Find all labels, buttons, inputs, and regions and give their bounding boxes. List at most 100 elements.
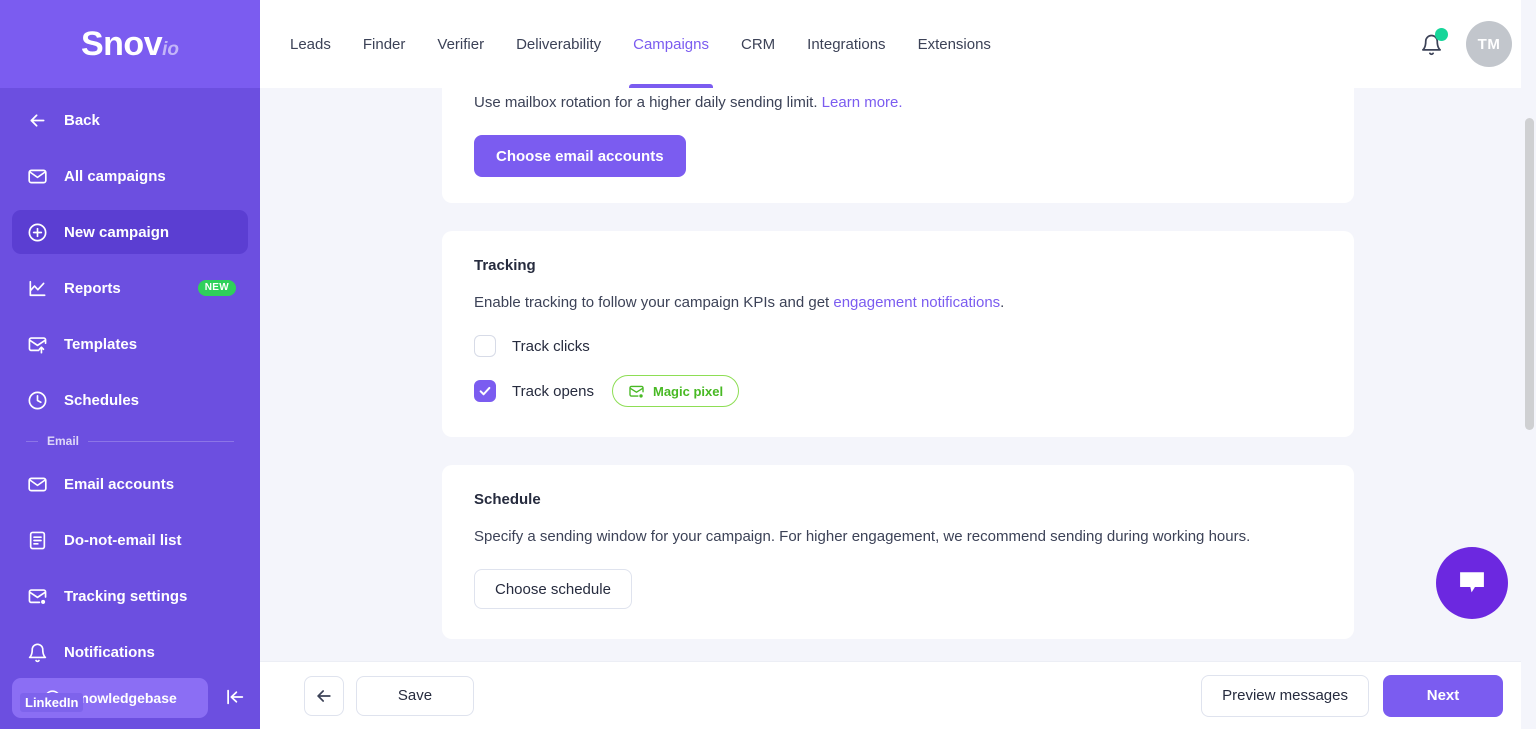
arrow-left-icon (26, 109, 48, 131)
tab-label: Deliverability (516, 35, 602, 53)
bottom-action-bar: Save Preview messages Next (260, 661, 1536, 729)
tab-label: Integrations (807, 35, 886, 53)
envelope-dot-icon (26, 585, 48, 607)
divider (26, 440, 38, 442)
tab-campaigns[interactable]: Campaigns (617, 0, 725, 88)
track-opens-label[interactable]: Track opens (512, 383, 594, 400)
tracking-description: Enable tracking to follow your campaign … (474, 292, 1322, 313)
mailbox-rotation-card: Use mailbox rotation for a higher daily … (442, 88, 1354, 203)
page-scrollbar[interactable] (1521, 0, 1536, 729)
check-icon (479, 386, 491, 396)
tab-label: Campaigns (633, 35, 709, 53)
tab-integrations[interactable]: Integrations (791, 0, 901, 88)
envelope-dot-icon (629, 385, 644, 398)
schedule-description: Specify a sending window for your campai… (474, 528, 1251, 545)
sidebar-item-email-accounts[interactable]: Email accounts (12, 462, 248, 506)
sidebar-item-notifications[interactable]: Notifications (12, 630, 248, 674)
sidebar: Snovio Back All campaigns New campaign R… (0, 0, 260, 729)
notification-dot (1435, 28, 1448, 41)
tab-finder[interactable]: Finder (347, 0, 422, 88)
document-icon (26, 529, 48, 551)
sidebar-item-label: Tracking settings (64, 587, 188, 605)
preview-messages-button[interactable]: Preview messages (1201, 674, 1369, 717)
sidebar-section-email: Email (12, 434, 248, 448)
back-button[interactable] (304, 675, 344, 716)
sidebar-item-all-campaigns[interactable]: All campaigns (12, 154, 248, 198)
snov-logo[interactable]: Snovio (81, 25, 179, 64)
sidebar-item-templates[interactable]: Templates (12, 322, 248, 366)
envelope-icon (26, 165, 48, 187)
magic-pixel-label: Magic pixel (652, 383, 724, 399)
mailbox-rotation-description: Use mailbox rotation for a higher daily … (474, 94, 818, 111)
track-clicks-row: Track clicks (474, 335, 1322, 357)
logo-brand: Snov (80, 24, 163, 63)
main-tabs: Leads Finder Verifier Deliverability Cam… (290, 0, 1007, 88)
learn-more-link[interactable]: Learn more. (822, 94, 903, 111)
logo-suffix: io (162, 38, 179, 60)
scroll-content: Use mailbox rotation for a higher daily … (260, 88, 1536, 661)
avatar-initials: TM (1477, 35, 1501, 53)
magic-pixel-badge[interactable]: Magic pixel (611, 375, 740, 407)
notifications-button[interactable] (1418, 28, 1448, 57)
sidebar-item-do-not-email-list[interactable]: Do-not-email list (12, 518, 248, 562)
chat-widget-button[interactable] (1436, 547, 1508, 619)
tab-verifier[interactable]: Verifier (421, 0, 500, 88)
top-navigation: Leads Finder Verifier Deliverability Cam… (260, 0, 1536, 88)
status-badge: NEW (197, 280, 236, 296)
envelope-icon (26, 473, 48, 495)
sidebar-item-label: New campaign (64, 223, 170, 241)
choose-email-accounts-button[interactable]: Choose email accounts (474, 135, 686, 177)
schedule-card: Schedule Specify a sending window for yo… (442, 465, 1354, 639)
tab-label: Finder (362, 35, 406, 53)
bottom-left-actions: Save (304, 675, 474, 716)
save-button[interactable]: Save (356, 675, 474, 716)
sidebar-item-label: Schedules (64, 391, 140, 409)
linkedin-chip[interactable]: LinkedIn (20, 693, 84, 712)
next-button[interactable]: Next (1383, 674, 1503, 717)
sidebar-item-label: Do-not-email list (64, 531, 182, 549)
divider (88, 440, 234, 442)
schedule-title: Schedule (474, 491, 541, 508)
avatar[interactable]: TM (1466, 21, 1512, 67)
tab-deliverability[interactable]: Deliverability (500, 0, 617, 88)
tracking-card: Tracking Enable tracking to follow your … (442, 231, 1354, 437)
chart-icon (26, 277, 48, 299)
tab-label: Leads (290, 35, 331, 53)
mailbox-rotation-text: Use mailbox rotation for a higher daily … (474, 92, 1322, 113)
track-opens-checkbox[interactable] (474, 380, 496, 402)
knowledgebase-label: Knowledgebase (70, 690, 177, 706)
tab-crm[interactable]: CRM (725, 0, 791, 88)
tracking-title: Tracking (474, 257, 536, 274)
tab-label: Extensions (917, 35, 991, 53)
tab-label: CRM (741, 35, 776, 53)
tab-extensions[interactable]: Extensions (902, 0, 1007, 88)
sidebar-item-label: Reports (64, 279, 121, 297)
choose-schedule-button[interactable]: Choose schedule (474, 569, 632, 609)
tab-leads[interactable]: Leads (290, 0, 347, 88)
main-area: Leads Finder Verifier Deliverability Cam… (260, 0, 1536, 729)
collapse-sidebar-button[interactable] (224, 686, 246, 708)
track-opens-row: Track opens Magic pixel (474, 375, 1322, 407)
tracking-description-after: . (1000, 294, 1005, 311)
collapse-left-icon (227, 689, 244, 705)
sidebar-item-reports[interactable]: Reports NEW (12, 266, 248, 310)
sidebar-item-new-campaign[interactable]: New campaign (12, 210, 248, 254)
sidebar-item-schedules[interactable]: Schedules (12, 378, 248, 422)
scrollbar-thumb[interactable] (1525, 118, 1534, 430)
sidebar-item-label: Back (64, 111, 100, 129)
clock-icon (26, 389, 48, 411)
track-clicks-checkbox[interactable] (474, 335, 496, 357)
envelope-up-icon (26, 333, 48, 355)
sidebar-item-tracking-settings[interactable]: Tracking settings (12, 574, 248, 618)
bell-icon (26, 641, 48, 663)
track-clicks-label[interactable]: Track clicks (512, 338, 590, 355)
sidebar-item-label: Templates (64, 335, 138, 353)
engagement-notifications-link[interactable]: engagement notifications (833, 294, 1000, 311)
sidebar-item-back[interactable]: Back (12, 98, 248, 142)
plus-circle-icon (26, 221, 48, 243)
chat-bubble-icon (1460, 572, 1484, 593)
app-root: Snovio Back All campaigns New campaign R… (0, 0, 1536, 729)
sidebar-item-label: All campaigns (64, 167, 166, 185)
section-label: Email (47, 434, 80, 448)
logo-area: Snovio (0, 0, 260, 88)
